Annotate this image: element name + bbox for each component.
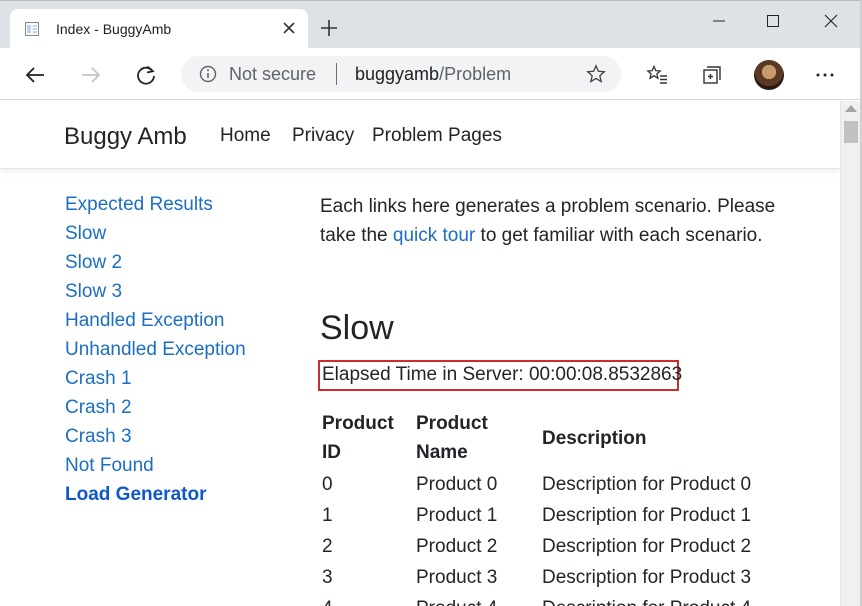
cell-description: Description for Product 2 [542,536,752,557]
close-window-button[interactable] [804,1,858,41]
sidebar-link-handled-exception[interactable]: Handled Exception [65,310,225,332]
page-viewport: Buggy Amb Home Privacy Problem Pages Exp… [0,101,840,606]
header-text: Name [416,442,468,463]
elapsed-time-box: Elapsed Time in Server: 00:00:08.8532863 [318,360,683,391]
vertical-scrollbar[interactable] [840,101,860,606]
cell-description: Description for Product 0 [542,474,752,495]
sidebar-link-not-found[interactable]: Not Found [65,455,154,477]
column-header-product-id: Product ID [322,409,394,467]
sidebar-link-slow-2[interactable]: Slow 2 [65,252,122,274]
tab-title: Index - BuggyAmb [56,21,172,37]
column-header-description: Description [542,428,647,449]
sidebar-link-slow-3[interactable]: Slow 3 [65,281,122,303]
site-header: Buggy Amb Home Privacy Problem Pages [0,101,840,169]
back-button[interactable] [20,60,50,90]
sidebar-link-crash-1[interactable]: Crash 1 [65,368,132,390]
cell-id: 1 [322,505,333,526]
url-path: /Problem [439,64,512,84]
intro-paragraph: Each links here generates a problem scen… [320,192,790,250]
cell-name: Product 1 [416,505,498,526]
cell-id: 3 [322,567,333,588]
address-bar[interactable]: Not secure buggyamb/Problem [181,56,621,92]
nav-privacy-link[interactable]: Privacy [292,125,354,147]
column-header-product-name: Product Name [416,409,488,467]
tab-close-icon[interactable] [280,19,298,37]
header-text: Product [416,413,488,434]
sidebar-link-load-generator[interactable]: Load Generator [65,484,206,506]
sidebar-link-slow[interactable]: Slow [65,223,106,245]
nav-problem-pages-link[interactable]: Problem Pages [372,125,502,147]
scrollbar-thumb[interactable] [844,121,858,143]
cell-name: Product 3 [416,567,498,588]
refresh-button[interactable] [131,60,161,90]
sidebar-link-expected-results[interactable]: Expected Results [65,194,213,216]
url-text[interactable]: buggyamb/Problem [355,64,511,85]
header-text: Product [322,413,394,434]
site-brand-link[interactable]: Buggy Amb [64,123,187,151]
browser-tab[interactable]: Index - BuggyAmb [10,9,308,49]
address-divider [336,63,337,85]
cell-name: Product 2 [416,536,498,557]
more-menu-icon[interactable] [810,60,840,90]
security-label: Not secure [229,64,317,84]
page-favicon-icon [24,21,40,37]
cell-id: 2 [322,536,333,557]
forward-button[interactable] [76,60,106,90]
cell-name: Product 0 [416,474,498,495]
elapsed-time-text: Elapsed Time in Server: 00:00:08.8532863 [322,364,683,385]
maximize-button[interactable] [746,1,800,41]
cell-name: Product 4 [416,598,497,606]
minimize-button[interactable] [692,1,746,41]
collections-icon[interactable] [697,60,727,90]
cell-id: 0 [322,474,333,495]
url-host: buggyamb [355,64,440,84]
info-icon[interactable] [199,65,217,83]
browser-toolbar: Not secure buggyamb/Problem [0,48,862,100]
cell-description: Description for Product 3 [542,567,752,588]
sidebar-link-unhandled-exception[interactable]: Unhandled Exception [65,339,246,361]
cell-id: 4 [322,598,333,606]
quick-tour-link[interactable]: quick tour [393,225,475,246]
nav-home-link[interactable]: Home [220,125,271,147]
page-heading: Slow [320,309,394,347]
header-text: ID [322,442,341,463]
scroll-up-arrow-icon[interactable] [845,105,857,112]
cell-description: Description for Product 4 [542,598,751,606]
sidebar-link-crash-2[interactable]: Crash 2 [65,397,132,419]
browser-titlebar: Index - BuggyAmb [0,0,862,49]
intro-text-end: to get familiar with each scenario. [475,225,763,246]
favorite-star-icon[interactable] [586,64,606,84]
profile-avatar[interactable] [754,60,784,90]
sidebar-link-crash-3[interactable]: Crash 3 [65,426,132,448]
cell-description: Description for Product 1 [542,505,752,526]
favorites-icon[interactable] [642,60,672,90]
new-tab-button[interactable] [318,18,340,42]
